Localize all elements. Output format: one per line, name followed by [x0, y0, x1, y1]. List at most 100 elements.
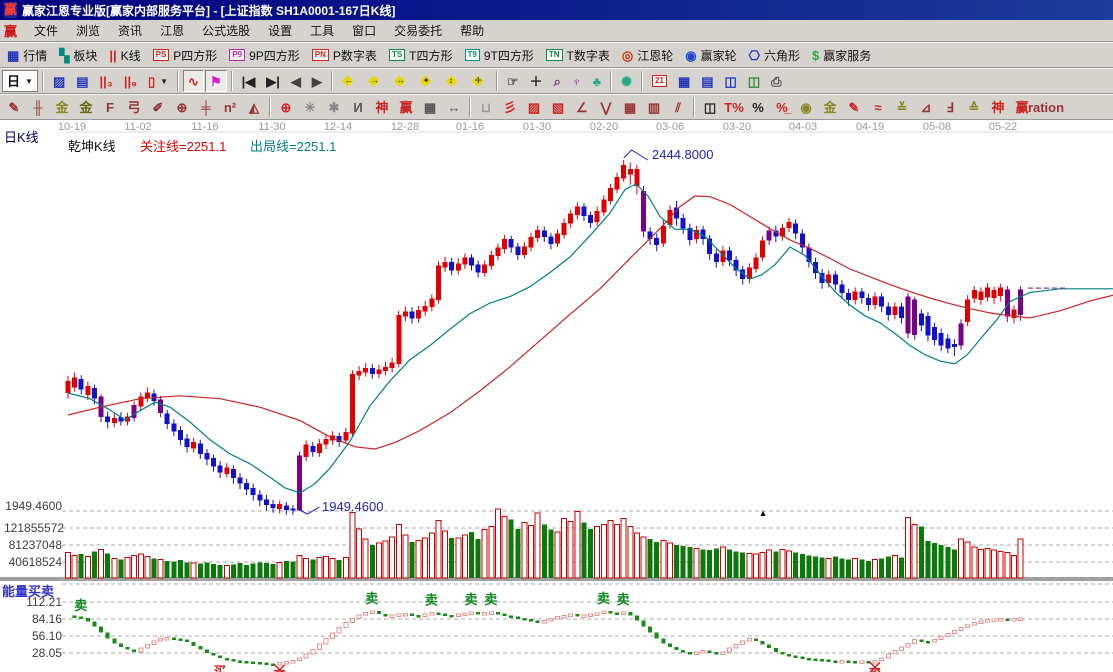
grid-box-button[interactable]: ▦ — [618, 96, 642, 118]
menu-item-tools[interactable]: 工具 — [301, 22, 343, 40]
parallel-lines-button[interactable]: ⫽ — [666, 96, 690, 118]
box-tool-button[interactable]: ⊔ — [474, 96, 498, 118]
menu-item-help[interactable]: 帮助 — [451, 22, 493, 40]
grid-box-2-button[interactable]: ▥ — [642, 96, 666, 118]
angle-line-button[interactable]: ∠ — [570, 96, 594, 118]
s-grid-button[interactable]: 弓 — [122, 96, 146, 118]
candle-style-button[interactable]: ▯▼ — [143, 70, 173, 92]
kline-9-button[interactable]: ||₉ — [119, 70, 142, 92]
diamond-h-expand-button[interactable]: ◆↔ — [389, 70, 414, 92]
nav-prev-button[interactable]: ◀ — [286, 70, 306, 92]
zoom-tool-button[interactable]: ⌕ — [549, 70, 566, 92]
menu-item-trade-entrust[interactable]: 交易委托 — [385, 22, 451, 40]
gann-wheel-button[interactable]: ◎江恩轮 — [617, 44, 678, 66]
notes-button[interactable]: ▤ — [696, 70, 718, 92]
menu-item-gann[interactable]: 江恩 — [151, 22, 193, 40]
gold-grid-2-button[interactable]: 金 — [74, 96, 98, 118]
flag-marker-button[interactable]: ⚑ — [205, 70, 227, 92]
t-percent-button[interactable]: T% — [722, 96, 746, 118]
save-button[interactable]: ◫ — [720, 70, 742, 92]
p-digit-table-button[interactable]: PNP数字表 — [307, 44, 382, 66]
quotes-button[interactable]: ▦行情 — [2, 44, 52, 66]
gold-grid-1-button[interactable]: 金 — [50, 96, 74, 118]
grid-star-button[interactable]: ✱ — [322, 96, 346, 118]
candle-style-dropdown-arrow[interactable]: ▼ — [160, 77, 168, 86]
t-square-button[interactable]: TST四方形 — [384, 44, 458, 66]
nav-last-button[interactable]: ▶| — [261, 70, 285, 92]
menu-item-formula-stock-pick[interactable]: 公式选股 — [193, 22, 259, 40]
j-angle-button[interactable]: ⊿ — [914, 96, 938, 118]
winner-service-button[interactable]: $赢家服务 — [807, 44, 876, 66]
wave-tool-button[interactable]: ⋁ — [594, 96, 618, 118]
fan-box-2-button[interactable]: ▧ — [546, 96, 570, 118]
price-grid-button[interactable]: ╫ — [26, 96, 50, 118]
hand-tool-button[interactable]: ☞ — [502, 70, 524, 92]
crosshair-tool-button[interactable]: ＋ — [525, 70, 548, 92]
chart-stats-button[interactable]: ◫ — [698, 96, 722, 118]
diamond-h-compress-button[interactable]: ◆✦ — [415, 70, 440, 92]
k-mark-button[interactable]: И — [346, 96, 370, 118]
qiankun-kline-toggle-icon: ∿ — [188, 75, 199, 88]
annotation-low-price: 1949.4600 — [322, 499, 383, 514]
menu-item-settings[interactable]: 设置 — [259, 22, 301, 40]
gold-circle-button[interactable]: ◉ — [794, 96, 818, 118]
gann-fan-button[interactable]: 彡 — [498, 96, 522, 118]
period-day-select-dropdown-arrow[interactable]: ▼ — [25, 77, 33, 86]
ying-grid-button[interactable]: 赢 — [394, 96, 418, 118]
t-digit-table-button[interactable]: TNT数字表 — [541, 44, 615, 66]
nav-next-button[interactable]: ▶ — [307, 70, 327, 92]
pattern-green-tool-button[interactable]: ♣ — [588, 70, 607, 92]
target-circle-button[interactable]: ⊕ — [274, 96, 298, 118]
print-button[interactable]: ⎙ — [766, 70, 786, 92]
fan-box-button[interactable]: ▨ — [522, 96, 546, 118]
gann-wheel-small-button[interactable]: ✳ — [298, 96, 322, 118]
qiankun-kline-toggle-button[interactable]: ∿ — [183, 70, 204, 92]
menu-item-browse[interactable]: 浏览 — [67, 22, 109, 40]
gold-ray-button[interactable]: ≙ — [962, 96, 986, 118]
diamond-scroll-right-button[interactable]: ◆→ — [363, 70, 388, 92]
diamond-full-expand-button[interactable]: ◆✛ — [467, 70, 492, 92]
hash-grid-button[interactable]: ╪ — [194, 96, 218, 118]
info-view-button[interactable]: ▤ — [71, 70, 93, 92]
menu-item-window[interactable]: 窗口 — [343, 22, 385, 40]
diamond-v-scale-button[interactable]: ◆↕ — [441, 70, 466, 92]
shen-grid-button[interactable]: 神 — [370, 96, 394, 118]
shen-angle-button[interactable]: 神 — [986, 96, 1010, 118]
gold-angle-button[interactable]: ≚ — [890, 96, 914, 118]
save-export-button[interactable]: ◫ — [743, 70, 765, 92]
kline-3-button[interactable]: ||₃ — [95, 70, 118, 92]
pen-angle-button[interactable]: ✎ — [842, 96, 866, 118]
diamond-scroll-left-button[interactable]: ◆← — [337, 70, 362, 92]
abacus-grid-button[interactable]: ▦ — [418, 96, 442, 118]
pattern-view-button[interactable]: ▨ — [48, 70, 70, 92]
nav-first-button[interactable]: |◀ — [237, 70, 261, 92]
f-angle-button[interactable]: Ⅎ — [938, 96, 962, 118]
percent-line-button[interactable]: %̲ — [770, 96, 794, 118]
hexagon-button[interactable]: ⎔六角形 — [744, 44, 805, 66]
w-angle-button[interactable]: ration — [1034, 96, 1058, 118]
9t-square-button[interactable]: T99T四方形 — [460, 44, 539, 66]
n-square-button[interactable]: n² — [218, 96, 242, 118]
kline-button[interactable]: ||K线 — [104, 44, 145, 66]
circle-grid-button[interactable]: ⊕ — [170, 96, 194, 118]
9p-square-button[interactable]: P99P四方形 — [224, 44, 304, 66]
calculator-button[interactable]: ▦ — [673, 70, 695, 92]
sectors-button[interactable]: ▚板块 — [54, 44, 102, 66]
percent-button[interactable]: % — [746, 96, 770, 118]
smart-analysis-button[interactable]: ✺ — [616, 70, 637, 92]
wave-band-button[interactable]: ≈ — [866, 96, 890, 118]
h-measure-button[interactable]: ↔ — [442, 96, 466, 118]
winner-wheel-button[interactable]: ◉赢家轮 — [680, 44, 741, 66]
p-square-button[interactable]: PSP四方形 — [148, 44, 223, 66]
calendar-button[interactable]: 21 — [647, 70, 672, 92]
angle-ruler-button[interactable]: ◭ — [242, 96, 266, 118]
gann-ribbon-tool-button[interactable]: ♆ — [567, 70, 587, 92]
f-grid-button[interactable]: F — [98, 96, 122, 118]
gann-pen-2-button[interactable]: ✐ — [146, 96, 170, 118]
period-day-select-button[interactable]: 日▼ — [2, 70, 38, 92]
gann-pen-button[interactable]: ✎ — [2, 96, 26, 118]
gold-line-button[interactable]: 金 — [818, 96, 842, 118]
menu-item-file[interactable]: 文件 — [25, 22, 67, 40]
menu-item-news[interactable]: 资讯 — [109, 22, 151, 40]
kline-chart-plot[interactable]: ▲卖买买卖卖卖卖卖卖买 — [0, 120, 1113, 672]
